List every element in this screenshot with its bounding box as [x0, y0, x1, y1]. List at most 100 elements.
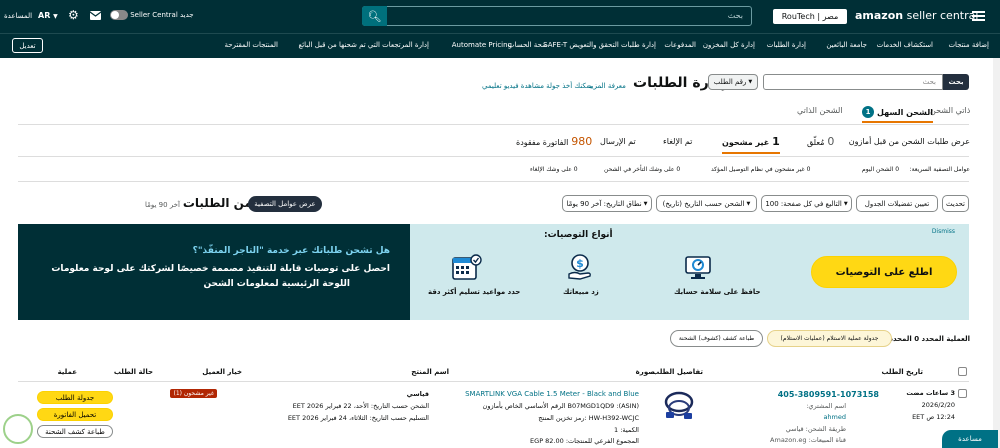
chat-label: مساعدة — [958, 435, 982, 443]
shipping-tab-easy-ship[interactable]: الشحن السهل 1 — [862, 103, 933, 123]
order-id-link[interactable]: 405-3809591-1073158 — [778, 390, 879, 399]
language-selector[interactable]: AR ▼ — [38, 11, 58, 20]
refresh-button[interactable]: تحديث — [942, 195, 969, 212]
status-tab-pending[interactable]: 0 مُعلّق — [807, 135, 834, 148]
promo-body: احصل على توصيات قابلة للتنفيذ مصممة خصيص… — [51, 264, 390, 274]
tab-count: 1 — [772, 135, 780, 148]
caret-down-icon: ▼ — [746, 200, 751, 207]
nav-seller-returns[interactable]: إدارة المرتجعات التي تم شحنها من قبل الب… — [298, 41, 429, 49]
page-scrollbar[interactable] — [993, 58, 1000, 448]
order-date: 2026/2/20 — [921, 401, 955, 409]
caret-down-icon: ▼ — [843, 200, 848, 207]
quick-filter-unshipped-confirmed[interactable]: 0 غير مشحون في نظام التوصيل المؤكد — [711, 166, 810, 173]
help-link[interactable]: المساعدة — [4, 12, 32, 20]
row-checkbox[interactable] — [958, 389, 967, 398]
nav-add-products[interactable]: إضافة منتجات — [948, 41, 989, 49]
nav-explore-services[interactable]: استكشاف الخدمات — [877, 41, 933, 49]
sort-select[interactable]: ▼ الشحن حسب التاريخ (تاريخ) — [656, 195, 757, 212]
calendar-check-icon — [452, 254, 482, 284]
print-packing-slip-button[interactable]: طباعة كشف الشحنة — [37, 425, 113, 438]
nav-manage-orders[interactable]: إدارة الطلبات — [767, 41, 806, 49]
tab-label: الفاتورة مفقودة — [516, 138, 569, 147]
seller-central-new-toggle[interactable]: Seller Central جديد — [110, 10, 194, 20]
nav-seller-university[interactable]: جامعة البائعين — [826, 41, 867, 49]
logo-brand: amazon — [855, 9, 904, 22]
status-tab-missing-invoice[interactable]: 980 الفاتورة مفقودة — [516, 135, 592, 148]
sort-label: الشحن حسب التاريخ (تاريخ) — [662, 199, 745, 208]
search-type-select[interactable]: ▼ رقم الطلب — [708, 74, 758, 90]
see-recommendations-button[interactable]: اطلع على التوصيات — [811, 256, 957, 288]
orders-table-header: تاريخ الطلب تفاصيل الطلب صورة اسم المنتج… — [18, 366, 969, 380]
amazon-seller-central-logo[interactable]: amazon seller central — [855, 9, 978, 22]
quick-filter-late-ship[interactable]: 0 على وشك التأخر في الشحن — [604, 166, 680, 173]
edit-nav-button[interactable]: تعديل — [12, 38, 43, 53]
chat-help-button[interactable]: مساعدة — [942, 430, 998, 448]
table-row: 3 ساعات مضت 2026/2/20 12:24 ص EET 405-38… — [18, 386, 969, 448]
download-invoice-button[interactable]: تحميل الفاتورة — [37, 408, 113, 421]
order-count: 1 من الطلبات آخر 90 يومًا — [145, 196, 264, 210]
tab-label: مُعلّق — [807, 138, 825, 147]
caret-down-icon: ▼ — [748, 79, 753, 85]
logo-product: seller central — [903, 9, 979, 22]
mail-icon[interactable] — [89, 11, 102, 23]
schedule-order-button[interactable]: جدولة الطلب — [37, 391, 113, 404]
schedule-pickup-button[interactable]: جدولة عملية الاستلام (عمليات الاستلام) — [767, 330, 892, 347]
global-search-input[interactable]: بحث — [362, 6, 752, 26]
gear-icon[interactable]: ⚙ — [68, 8, 79, 22]
ship-method: طريقة الشحن: قياسي — [785, 425, 846, 433]
order-status-badge: غير مشحون (1) — [170, 389, 217, 398]
product-name-link[interactable]: SMARTLINK VGA Cable 1.5 Meter - Black an… — [465, 390, 639, 398]
toggle-switch[interactable] — [110, 10, 128, 20]
svg-text:$: $ — [576, 257, 584, 270]
nav-safe-t-claims[interactable]: إدارة طلبات التحقق والتعويض SAFE-T — [543, 41, 656, 49]
status-heading: عرض طلبات الشحن من قبل أمازون — [848, 137, 970, 146]
nav-automate-pricing[interactable]: Automate Pricing — [452, 41, 512, 49]
col-order-status: حالة الطلب — [113, 368, 153, 376]
select-all-checkbox[interactable] — [958, 367, 967, 376]
order-count-period: آخر 90 يومًا — [145, 201, 180, 209]
promo-link[interactable]: اللوحة الرئيسية لمعلومات الشحن — [203, 279, 350, 289]
shipping-tab-self[interactable]: ذاتي الشحن — [930, 106, 970, 115]
tab-count: 980 — [571, 135, 593, 148]
status-tab-cancelled[interactable]: تم الإلغاء — [663, 137, 692, 147]
buyer-name-link[interactable]: ahmed — [823, 413, 846, 421]
global-search-button[interactable]: 🔍︎ — [362, 6, 387, 26]
page-size-select[interactable]: ▼ التاليع في كل صفحة: 100 — [761, 195, 852, 212]
nav-account-health[interactable]: صحة الحساب — [508, 41, 548, 49]
nav-payments[interactable]: المدفوعات — [664, 41, 696, 49]
status-tab-sent[interactable]: تم الإرسال — [600, 137, 636, 147]
col-image: صورة — [635, 368, 655, 376]
quick-filter-near-cancel[interactable]: 0 على وشك الإلغاء — [530, 166, 578, 173]
shipping-tab-self-ship[interactable]: الشحن الذاتي — [797, 106, 843, 115]
product-asin: B07MGD1QD9 :(ASIN) الرقم الأساسي الخاص ب… — [482, 402, 639, 410]
show-filters-button[interactable]: عرض عوامل التصفية — [248, 196, 322, 212]
order-time: 12:24 ص EET — [912, 413, 955, 421]
dismiss-link[interactable]: Dismiss — [932, 228, 955, 235]
tab-count: 0 — [827, 135, 835, 148]
product-quantity: الكمية: 1 — [614, 426, 639, 434]
video-tour-link[interactable]: يمكنك أخذ جولة مشاهدة فيديو تعليمي — [482, 82, 592, 90]
nav-suggested-products[interactable]: المنتجات المقترحة — [224, 41, 278, 49]
search-type-label: رقم الطلب — [713, 78, 747, 86]
date-range-select[interactable]: ▼ نطاق التاريخ: آخر 90 يومًا — [562, 195, 652, 212]
customer-option-title: قياسي — [406, 390, 429, 398]
status-tabs-divider — [18, 156, 969, 157]
quick-filter-ship-today[interactable]: 0 الشحن اليوم — [862, 166, 899, 173]
order-search-button[interactable]: بحث — [943, 74, 969, 90]
promo-title: هل تشحن طلباتك عبر خدمة "التاجر المنفّذ"… — [192, 246, 390, 256]
nav-manage-inventory[interactable]: إدارة كل المخزون — [703, 41, 755, 49]
promo-panel: هل تشحن طلباتك عبر خدمة "التاجر المنفّذ"… — [18, 224, 410, 320]
col-customer-option: خيار العميل — [202, 368, 242, 376]
order-search-input[interactable]: بحث — [763, 74, 943, 90]
learn-more-link[interactable]: معرفة المزيد — [588, 82, 626, 90]
search-icon: 🔍︎ — [367, 9, 382, 23]
table-preferences-button[interactable]: تعيين تفضيلات الجدول — [856, 195, 938, 212]
accessibility-badge-icon[interactable] — [3, 414, 33, 444]
main-nav: إضافة منتجات استكشاف الخدمات جامعة البائ… — [0, 33, 1000, 58]
store-selector[interactable]: RouTech | مصر — [773, 9, 847, 24]
print-manifest-button[interactable]: طباعة كشف (كشوف) الشحنة — [670, 330, 763, 347]
page-size-label: التاليع في كل صفحة: 100 — [765, 199, 842, 208]
recommendation-types-title: أنواع التوصيات: — [544, 230, 613, 240]
tab-label: ذاتي الشحن — [930, 106, 971, 115]
status-tab-unshipped[interactable]: 1 غير مشحون — [722, 132, 780, 154]
